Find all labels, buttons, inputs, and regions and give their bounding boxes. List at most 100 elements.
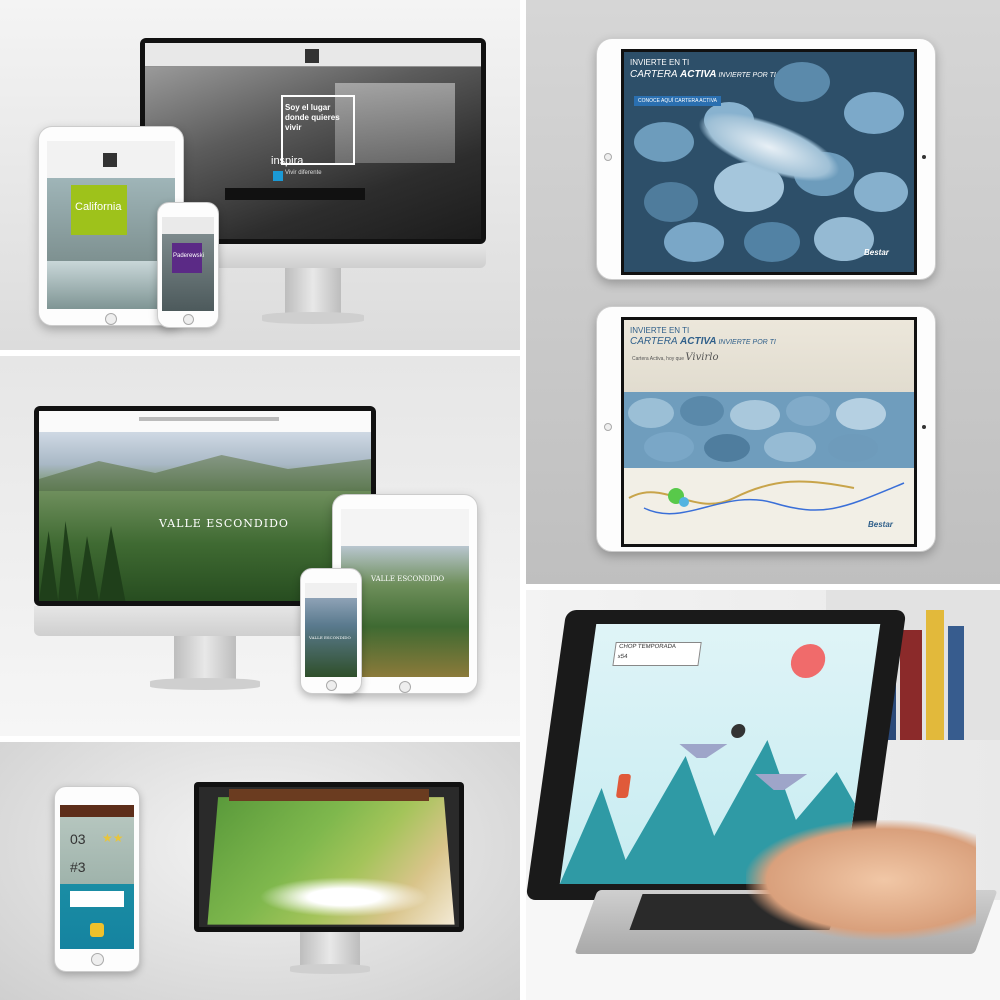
home-button[interactable] bbox=[399, 681, 411, 693]
player-character bbox=[615, 774, 632, 798]
phone-hud bbox=[60, 805, 134, 817]
panel-inspira: Soy el lugar donde quieres vivir inspira… bbox=[0, 0, 520, 350]
cartera-top-line2: CARTERA ACTIVA INVIERTE POR TI bbox=[630, 69, 776, 80]
pebble bbox=[730, 400, 780, 430]
home-button[interactable] bbox=[326, 680, 337, 691]
top-nav-bar bbox=[139, 417, 279, 421]
cartera-bottom-line1: INVIERTE EN TI bbox=[630, 326, 690, 335]
brand-square bbox=[273, 171, 283, 181]
tablet-project-name: California bbox=[75, 201, 122, 213]
inspira-phone: Paderewski bbox=[157, 202, 219, 328]
pebble bbox=[664, 222, 724, 262]
mountain-range bbox=[39, 455, 371, 491]
game-phone: 03 ★★ #3 bbox=[54, 786, 140, 972]
cartera-top-screen: INVIERTE EN TI CARTERA ACTIVA INVIERTE P… bbox=[621, 49, 917, 275]
pebble bbox=[634, 122, 694, 162]
pebble bbox=[680, 396, 724, 426]
valle-phone-logo: VALLE ESCONDIDO bbox=[309, 635, 351, 640]
home-button[interactable] bbox=[91, 953, 104, 966]
pool-area bbox=[47, 261, 175, 309]
cartera-top-brand: Bestar bbox=[864, 248, 889, 257]
inspira-headline: Soy el lugar donde quieres vivir bbox=[285, 103, 340, 132]
valle-desktop-logo: VALLE ESCONDIDO bbox=[159, 517, 289, 530]
floating-platform[interactable] bbox=[677, 744, 727, 758]
pebble bbox=[628, 398, 674, 428]
cartera-top-line2-b: ACTIVA bbox=[680, 69, 717, 80]
star-icon: ★★ bbox=[102, 831, 124, 845]
panel-laptop: CHOP TEMPORADA x54 bbox=[526, 590, 1000, 1000]
pebble bbox=[844, 92, 904, 134]
phone-project-name: Paderewski bbox=[173, 253, 205, 259]
pebble bbox=[644, 432, 694, 462]
inspira-brand: inspira bbox=[271, 155, 304, 167]
side-button-left[interactable] bbox=[604, 153, 612, 161]
pebble bbox=[764, 432, 816, 462]
paint-splash-lines bbox=[628, 480, 905, 515]
phone-score-a: 03 bbox=[70, 831, 86, 847]
hud-box: CHOP TEMPORADA x54 bbox=[612, 642, 702, 666]
inspira-phone-screen: Paderewski bbox=[162, 217, 214, 311]
cartera-top-line2-c: INVIERTE POR TI bbox=[716, 72, 776, 79]
game-monitor bbox=[194, 782, 464, 932]
valle-phone-screen: VALLE ESCONDIDO bbox=[305, 583, 357, 677]
home-button[interactable] bbox=[183, 314, 194, 325]
tablet-logo bbox=[103, 153, 117, 167]
cartera-bottom-line2: CARTERA ACTIVA INVIERTE POR TI bbox=[630, 336, 776, 347]
top-logo bbox=[305, 49, 319, 63]
tree-cluster bbox=[39, 521, 159, 601]
cartera-bottom-line2-a: CARTERA bbox=[630, 336, 681, 347]
imac-neck bbox=[285, 268, 341, 316]
typing-hands bbox=[746, 820, 976, 940]
pebble bbox=[786, 396, 830, 426]
cartera-bottom-brand: Bestar bbox=[868, 520, 893, 529]
imac-foot bbox=[262, 312, 364, 324]
book bbox=[926, 610, 944, 740]
valle-phone: VALLE ESCONDIDO bbox=[300, 568, 362, 694]
monitor-foot bbox=[290, 964, 370, 974]
cartera-bottom-line2-b: ACTIVA bbox=[680, 336, 717, 347]
cartera-top-line1: INVIERTE EN TI bbox=[630, 58, 690, 67]
phone-score-b: #3 bbox=[70, 859, 86, 875]
lightning-button[interactable] bbox=[90, 923, 104, 937]
panel-valle: VALLE ESCONDIDO VALLE ESCONDIDO VALLE ES… bbox=[0, 356, 520, 736]
cloud-bank bbox=[259, 877, 429, 917]
sun bbox=[788, 644, 828, 678]
game-phone-screen: 03 ★★ #3 bbox=[60, 805, 134, 949]
dining-table bbox=[225, 188, 365, 200]
california-card: California bbox=[71, 185, 127, 235]
hud-count: x54 bbox=[617, 654, 628, 660]
pebble bbox=[774, 62, 830, 102]
valle-tablet-logo: VALLE ESCONDIDO bbox=[371, 575, 445, 583]
pebble-band bbox=[624, 392, 914, 468]
imac-foot bbox=[150, 678, 260, 690]
home-button[interactable] bbox=[105, 313, 117, 325]
game-monitor-screen bbox=[199, 787, 459, 927]
cartera-bottom-line3-text: Cartera Activa, hoy que bbox=[632, 356, 686, 362]
imac-neck bbox=[174, 636, 236, 684]
pebble bbox=[744, 222, 800, 262]
pebble bbox=[644, 182, 698, 222]
camera-dot bbox=[922, 425, 926, 429]
cartera-top-cta[interactable]: CONOCE AQUÍ CARTERA ACTIVA bbox=[634, 96, 721, 106]
answer-grid[interactable] bbox=[70, 891, 124, 907]
camera-dot bbox=[922, 155, 926, 159]
cartera-bottom-screen: INVIERTE EN TI CARTERA ACTIVA INVIERTE P… bbox=[621, 317, 917, 547]
paderewski-card: Paderewski bbox=[172, 243, 205, 273]
pebble bbox=[828, 434, 878, 462]
panel-game: 03 ★★ #3 bbox=[0, 742, 520, 1000]
pebble bbox=[854, 172, 908, 212]
cartera-top-line2-a: CARTERA bbox=[630, 69, 681, 80]
hud-label: CHOP TEMPORADA bbox=[618, 644, 677, 650]
cartera-bottom-line2-c: INVIERTE POR TI bbox=[716, 339, 776, 346]
inspira-cta[interactable]: Vivir diferente bbox=[285, 170, 322, 176]
cartera-tablet-bottom: INVIERTE EN TI CARTERA ACTIVA INVIERTE P… bbox=[596, 306, 936, 552]
game-toolbar bbox=[229, 789, 429, 801]
side-button-left[interactable] bbox=[604, 423, 612, 431]
pebble bbox=[704, 434, 750, 462]
cartera-bottom-line3: Cartera Activa, hoy que Vivirlo bbox=[632, 352, 718, 363]
cartera-tablet-top: INVIERTE EN TI CARTERA ACTIVA INVIERTE P… bbox=[596, 38, 936, 280]
book bbox=[948, 626, 964, 740]
panel-cartera: INVIERTE EN TI CARTERA ACTIVA INVIERTE P… bbox=[526, 0, 1000, 584]
cartera-bottom-line3-script: Vivirlo bbox=[685, 352, 719, 363]
inspira-tablet-screen: California bbox=[47, 141, 175, 309]
